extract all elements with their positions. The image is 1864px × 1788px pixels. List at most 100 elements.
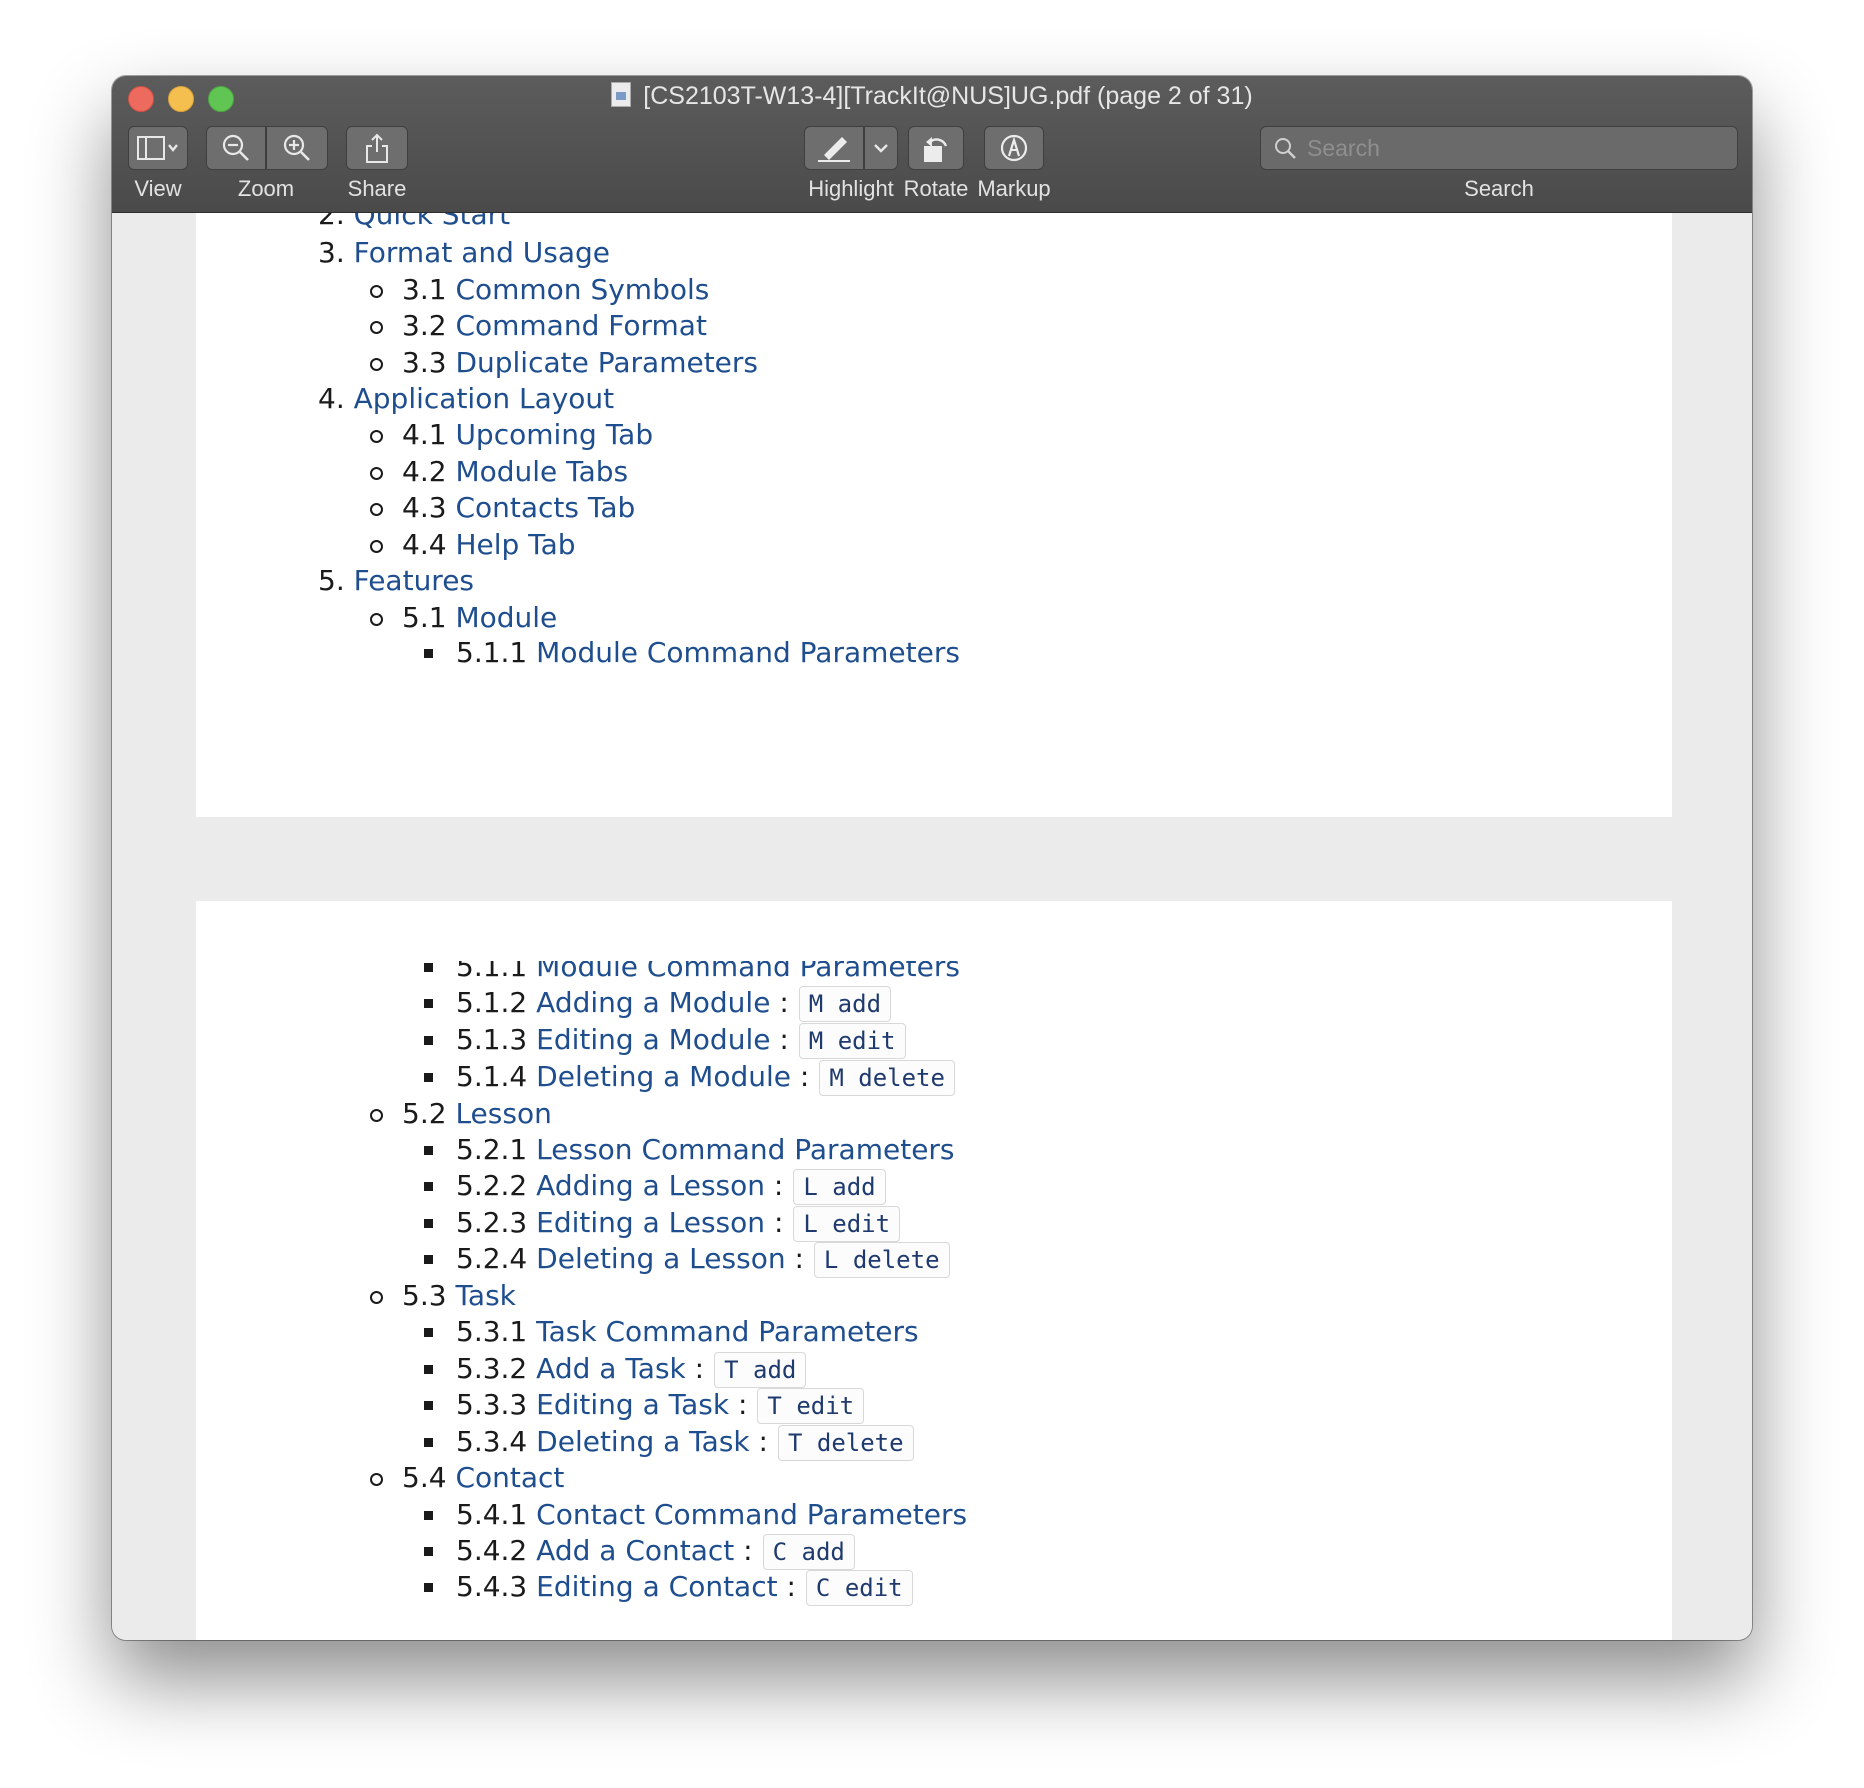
- highlight-label: Highlight: [808, 176, 894, 201]
- toc-link[interactable]: Command Format: [455, 309, 706, 342]
- toc-item: 4. Application Layout: [318, 382, 615, 415]
- toc-item: 3.1 Common Symbols: [370, 272, 709, 308]
- toc-item: 5.4.1 Contact Command Parameters: [424, 1497, 967, 1533]
- highlight-button[interactable]: [804, 126, 864, 170]
- search-field[interactable]: [1260, 126, 1738, 170]
- toc-link[interactable]: Quick Start: [354, 213, 510, 231]
- command-code: C add: [762, 1534, 855, 1570]
- toc-item: 3.2 Command Format: [370, 308, 707, 344]
- toc-item: 5.3 Task: [370, 1278, 516, 1314]
- window-title: [CS2103T-W13-4][TrackIt@NUS]UG.pdf (page…: [112, 82, 1752, 111]
- toc-item: 5.2.3 Editing a Lesson :L edit: [424, 1205, 901, 1242]
- toc-item: 5.1.3 Editing a Module :M edit: [424, 1022, 906, 1059]
- toc-link[interactable]: Deleting a Module: [536, 1060, 791, 1093]
- zoom-out-icon: [222, 134, 249, 161]
- toc-item: 4.4 Help Tab: [370, 527, 576, 563]
- toc-link[interactable]: Task: [455, 1279, 515, 1312]
- toc-link[interactable]: Application Layout: [354, 382, 615, 415]
- rotate-label: Rotate: [903, 176, 969, 201]
- toc-item: 5.2 Lesson: [370, 1096, 552, 1132]
- pdf-document-icon: [611, 82, 632, 107]
- highlighter-icon: [818, 137, 850, 162]
- toc-item: 5.1.2 Adding a Module :M add: [424, 985, 892, 1022]
- command-code: T edit: [757, 1388, 865, 1424]
- zoom-out-button[interactable]: [206, 126, 266, 170]
- toc-link[interactable]: Editing a Contact: [536, 1570, 777, 1603]
- toc-item: 5.3.1 Task Command Parameters: [424, 1314, 919, 1350]
- zoom-label: Zoom: [237, 176, 295, 201]
- toc-link[interactable]: Lesson Command Parameters: [536, 1133, 954, 1166]
- highlight-options-button[interactable]: [864, 126, 898, 170]
- toc-item: 5.1 Module: [370, 600, 557, 636]
- pdf-page-3: 5.1.1 Module Command Parameters 5.1.2 Ad…: [196, 901, 1672, 1640]
- toc-link[interactable]: Lesson: [455, 1097, 551, 1130]
- view-label: View: [134, 176, 182, 201]
- sidebar-icon: [137, 136, 178, 160]
- toc-link[interactable]: Add a Task: [536, 1352, 686, 1385]
- toc-item: 5.2.2 Adding a Lesson :L add: [424, 1168, 886, 1205]
- toc-link[interactable]: Upcoming Tab: [455, 418, 653, 451]
- command-code: L add: [793, 1169, 886, 1205]
- toc-link[interactable]: Adding a Module: [536, 986, 770, 1019]
- search-icon: [1275, 138, 1296, 159]
- rotate-button[interactable]: [908, 126, 964, 170]
- toc-link[interactable]: Adding a Lesson: [536, 1169, 765, 1202]
- zoom-in-icon: [283, 134, 310, 161]
- command-code: T add: [714, 1352, 807, 1388]
- toc-link[interactable]: Editing a Module: [536, 1023, 770, 1056]
- toc-link[interactable]: Add a Contact: [536, 1534, 734, 1567]
- toc-link[interactable]: Contact: [455, 1461, 564, 1494]
- toc-link[interactable]: Help Tab: [455, 528, 575, 561]
- toc-item: 5.2.1 Lesson Command Parameters: [424, 1132, 955, 1168]
- toc-item: 4.1 Upcoming Tab: [370, 417, 653, 453]
- zoom-in-button[interactable]: [266, 126, 328, 170]
- toc-item: 4.3 Contacts Tab: [370, 490, 635, 526]
- toc-link[interactable]: Deleting a Task: [536, 1425, 749, 1458]
- toc-item: 5.4 Contact: [370, 1460, 564, 1496]
- toc-item: 5.4.2 Add a Contact :C add: [424, 1533, 855, 1570]
- toc-item: 5.1.1 Module Command Parameters: [424, 961, 960, 985]
- toc-link[interactable]: Task Command Parameters: [536, 1315, 918, 1348]
- search-input[interactable]: [1305, 133, 1709, 163]
- toc-link[interactable]: Module Tabs: [455, 455, 628, 488]
- markup-button[interactable]: [984, 126, 1044, 170]
- share-button[interactable]: [346, 126, 408, 170]
- chevron-down-icon: [874, 144, 888, 153]
- toc-link[interactable]: Editing a Lesson: [536, 1206, 765, 1239]
- toc-link[interactable]: Module Command Parameters: [536, 961, 960, 983]
- toc-item: 5. Features: [318, 564, 475, 597]
- markup-pen-icon: [1000, 134, 1028, 162]
- toc-link[interactable]: Features: [354, 564, 474, 597]
- preview-window: [CS2103T-W13-4][TrackIt@NUS]UG.pdf (page…: [112, 76, 1752, 1640]
- toc-item: 2. Quick Start: [318, 213, 510, 233]
- toc-link[interactable]: Editing a Task: [536, 1388, 729, 1421]
- command-code: C edit: [805, 1570, 913, 1606]
- toc-link[interactable]: Deleting a Lesson: [536, 1242, 785, 1275]
- toc-link[interactable]: Module: [455, 601, 557, 634]
- toc-item: 4.2 Module Tabs: [370, 454, 628, 490]
- toc-link[interactable]: Common Symbols: [455, 273, 709, 306]
- toc-item: 5.2.4 Deleting a Lesson :L delete: [424, 1241, 950, 1278]
- view-button[interactable]: [128, 126, 188, 170]
- toc-item: 5.3.3 Editing a Task :T edit: [424, 1387, 865, 1424]
- markup-label: Markup: [977, 176, 1051, 201]
- window-title-text: [CS2103T-W13-4][TrackIt@NUS]UG.pdf (page…: [643, 82, 1253, 110]
- share-icon: [366, 133, 388, 163]
- toc-item: 5.1.1 Module Command Parameters: [424, 635, 960, 671]
- command-code: L delete: [813, 1242, 950, 1278]
- toc-item: 3.3 Duplicate Parameters: [370, 345, 758, 381]
- toc-link[interactable]: Contact Command Parameters: [536, 1498, 967, 1531]
- title-bar: [CS2103T-W13-4][TrackIt@NUS]UG.pdf (page…: [112, 76, 1752, 213]
- command-code: M delete: [819, 1060, 955, 1096]
- search-label: Search: [1464, 176, 1534, 201]
- command-code: L edit: [793, 1206, 901, 1242]
- command-code: M edit: [798, 1023, 906, 1059]
- document-viewport[interactable]: 2. Quick Start 3. Format and Usage 3.1 C…: [112, 213, 1752, 1640]
- toc-item: 5.3.4 Deleting a Task :T delete: [424, 1424, 914, 1461]
- toc-item: 5.4.3 Editing a Contact :C edit: [424, 1569, 913, 1606]
- toc-link[interactable]: Duplicate Parameters: [455, 346, 758, 379]
- command-code: T delete: [777, 1425, 914, 1461]
- toc-link[interactable]: Contacts Tab: [455, 491, 635, 524]
- toc-link[interactable]: Format and Usage: [354, 236, 610, 269]
- toc-link[interactable]: Module Command Parameters: [536, 636, 960, 669]
